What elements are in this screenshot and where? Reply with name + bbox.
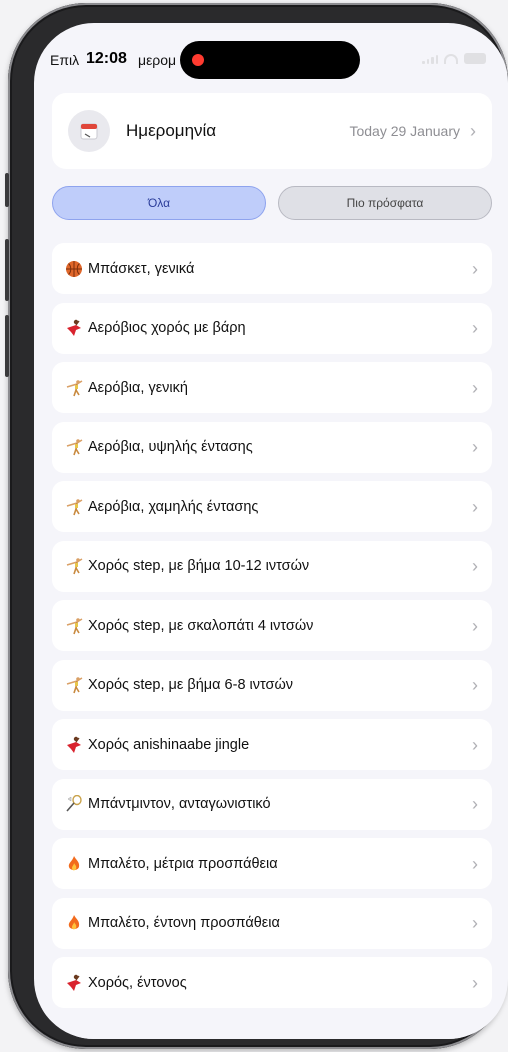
activity-row[interactable]: Χορός step, με βήμα 10-12 ιντσών › bbox=[52, 540, 492, 592]
activity-row[interactable]: Μπαλέτο, μέτρια προσπάθεια › bbox=[52, 838, 492, 889]
activity-label: Αερόβιος χορός με βάρη bbox=[88, 320, 246, 336]
activity-row[interactable]: Χορός, έντονος › bbox=[52, 957, 492, 1008]
activity-list: Μπάσκετ, γενικά › Αερόβιος χορός με βάρη › Α… bbox=[52, 243, 492, 1017]
status-bar: Επιλ 12:08 μερομ bbox=[34, 23, 508, 103]
activity-label: Χορός step, με βήμα 10-12 ιντσών bbox=[88, 558, 310, 574]
date-selector-row[interactable]: Ημερομηνία Today 29 January › bbox=[52, 93, 492, 169]
badminton-icon bbox=[64, 794, 84, 814]
phone-frame: Επιλ 12:08 μερομ Ημερομηνία Today 29 Jan… bbox=[5, 3, 508, 1049]
activity-label: Μπάντμιντον, ανταγωνιστικό bbox=[88, 796, 271, 812]
fire-icon bbox=[64, 913, 84, 933]
activity-row[interactable]: Αερόβια, γενική › bbox=[52, 362, 492, 413]
aerobics-icon bbox=[64, 437, 84, 457]
status-icons bbox=[422, 53, 486, 64]
dynamic-island bbox=[180, 41, 360, 79]
recording-indicator-icon bbox=[192, 54, 204, 66]
activity-label: Μπάσκετ, γενικά bbox=[88, 260, 195, 277]
chevron-right-icon: › bbox=[472, 972, 478, 993]
chevron-right-icon: › bbox=[472, 258, 478, 279]
status-time: 12:08 bbox=[86, 50, 127, 67]
chevron-right-icon: › bbox=[472, 734, 478, 755]
volume-up-button bbox=[5, 239, 9, 301]
activity-row[interactable]: Αερόβια, χαμηλής έντασης › bbox=[52, 481, 492, 532]
activity-label: Αερόβια, χαμηλής έντασης bbox=[88, 498, 259, 515]
action-button bbox=[5, 173, 9, 207]
basketball-icon bbox=[64, 259, 84, 279]
chevron-right-icon: › bbox=[472, 615, 478, 636]
dancer-icon bbox=[64, 735, 84, 755]
aerobics-icon bbox=[64, 378, 84, 398]
aerobics-icon bbox=[64, 556, 84, 576]
activity-row[interactable]: Χορός anishinaabe jingle › bbox=[52, 719, 492, 770]
activity-row[interactable]: Αερόβιος χορός με βάρη › bbox=[52, 302, 492, 354]
chevron-right-icon: › bbox=[472, 496, 478, 517]
nav-title-fragment-right: μερομ bbox=[138, 52, 177, 68]
aerobics-icon bbox=[64, 616, 84, 636]
chevron-right-icon: › bbox=[472, 318, 478, 338]
filter-segment: Όλα Πιο πρόσφατα bbox=[52, 186, 492, 220]
activity-row[interactable]: Μπάντμιντον, ανταγωνιστικό › bbox=[52, 778, 492, 830]
activity-label: Χορός step, με βήμα 6-8 ιντσών bbox=[88, 677, 294, 693]
cellular-signal-icon bbox=[422, 54, 438, 64]
activity-row[interactable]: Μπαλέτο, έντονη προσπάθεια › bbox=[52, 897, 492, 949]
aerobics-icon bbox=[64, 497, 84, 517]
chevron-right-icon: › bbox=[472, 913, 478, 933]
filter-recent-button[interactable]: Πιο πρόσφατα bbox=[278, 186, 492, 220]
aerobics-icon bbox=[64, 675, 84, 695]
nav-title-fragment: Επιλ bbox=[50, 52, 80, 68]
activity-label: Χορός step, με σκαλοπάτι 4 ιντσών bbox=[88, 617, 314, 634]
date-label: Ημερομηνία bbox=[126, 121, 217, 140]
volume-down-button bbox=[5, 315, 9, 377]
chevron-right-icon: › bbox=[472, 437, 478, 457]
chevron-right-icon: › bbox=[472, 377, 478, 398]
activity-label: Χορός anishinaabe jingle bbox=[88, 736, 250, 753]
activity-row[interactable]: Χορός step, με σκαλοπάτι 4 ιντσών › bbox=[52, 600, 492, 651]
battery-icon bbox=[464, 53, 486, 64]
activity-label: Αερόβια, γενική bbox=[88, 379, 188, 396]
chevron-right-icon: › bbox=[472, 794, 478, 814]
activity-label: Μπαλέτο, μέτρια προσπάθεια bbox=[88, 855, 278, 872]
date-value: Today 29 January bbox=[349, 123, 460, 139]
fire-icon bbox=[64, 854, 84, 874]
activity-label: Χορός, έντονος bbox=[88, 974, 187, 991]
dancer-icon bbox=[64, 318, 84, 338]
chevron-right-icon: › bbox=[472, 853, 478, 874]
chevron-right-icon: › bbox=[472, 556, 478, 576]
activity-label: Αερόβια, υψηλής έντασης bbox=[88, 439, 253, 455]
calendar-icon bbox=[68, 110, 110, 152]
activity-label: Μπαλέτο, έντονη προσπάθεια bbox=[88, 915, 280, 931]
bottom-fade bbox=[34, 1009, 508, 1039]
filter-all-button[interactable]: Όλα bbox=[52, 186, 266, 220]
activity-row[interactable]: Αερόβια, υψηλής έντασης › bbox=[52, 421, 492, 473]
chevron-right-icon: › bbox=[472, 675, 478, 695]
chevron-right-icon: › bbox=[470, 121, 476, 141]
wifi-icon bbox=[444, 53, 458, 64]
activity-row[interactable]: Χορός step, με βήμα 6-8 ιντσών › bbox=[52, 659, 492, 711]
activity-row[interactable]: Μπάσκετ, γενικά › bbox=[52, 243, 492, 294]
dancer-icon bbox=[64, 973, 84, 993]
screen: Επιλ 12:08 μερομ Ημερομηνία Today 29 Jan… bbox=[34, 23, 508, 1039]
